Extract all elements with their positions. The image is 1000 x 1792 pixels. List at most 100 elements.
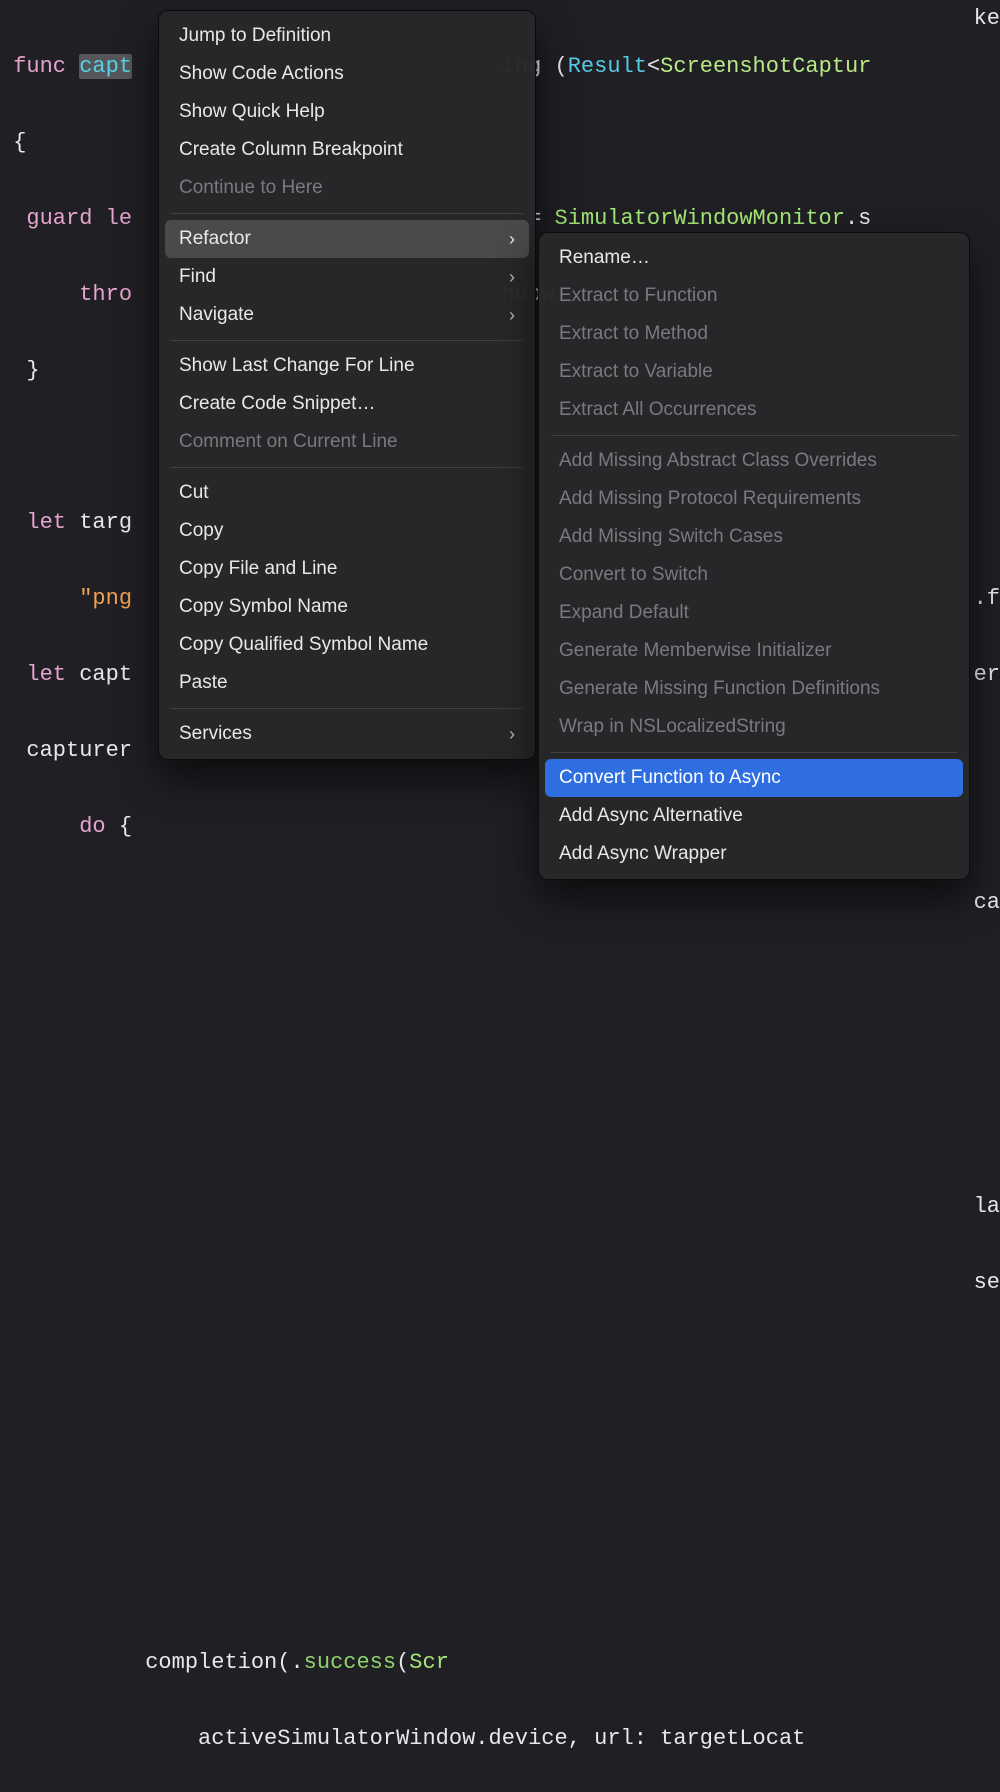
menu-label: Add Missing Protocol Requirements	[559, 485, 861, 513]
menu-item-find[interactable]: Find›	[159, 258, 535, 296]
prop-device: device	[489, 1726, 568, 1751]
menu-label: Generate Memberwise Initializer	[559, 637, 831, 665]
menu-label: Comment on Current Line	[179, 428, 398, 456]
menu-item-copy-qualified-symbol-name[interactable]: Copy Qualified Symbol Name	[159, 626, 535, 664]
code-line: la	[0, 1188, 1000, 1226]
func-completion: completion	[145, 1650, 277, 1675]
menu-label: Convert Function to Async	[559, 764, 781, 792]
keyword-guard: guard	[26, 206, 92, 231]
code-text: .f	[974, 586, 1000, 611]
menu-item-generate-missing-func: Generate Missing Function Definitions	[539, 670, 969, 708]
menu-item-add-async-wrapper[interactable]: Add Async Wrapper	[539, 835, 969, 873]
menu-label: Add Missing Abstract Class Overrides	[559, 447, 877, 475]
brace-close: }	[26, 358, 39, 383]
menu-label: Convert to Switch	[559, 561, 708, 589]
case-success: success	[304, 1650, 396, 1675]
menu-item-copy-symbol-name[interactable]: Copy Symbol Name	[159, 588, 535, 626]
chevron-right-icon: ›	[509, 263, 515, 291]
keyword-let: let	[26, 662, 66, 687]
menu-label: Jump to Definition	[179, 22, 331, 50]
chevron-right-icon: ›	[509, 301, 515, 329]
menu-label: Extract to Method	[559, 320, 708, 348]
menu-label: Extract to Function	[559, 282, 717, 310]
code-text: se	[974, 1270, 1000, 1295]
menu-label: Copy Qualified Symbol Name	[179, 631, 428, 659]
menu-item-create-column-breakpoint[interactable]: Create Column Breakpoint	[159, 131, 535, 169]
menu-item-jump-to-definition[interactable]: Jump to Definition	[159, 17, 535, 55]
code-line	[0, 1340, 1000, 1378]
menu-label: Add Async Alternative	[559, 802, 743, 830]
menu-label: Copy	[179, 517, 223, 545]
menu-item-extract-all-occurrences: Extract All Occurrences	[539, 391, 969, 429]
menu-label: Rename…	[559, 244, 650, 272]
menu-label: Navigate	[179, 301, 254, 329]
menu-item-copy-file-and-line[interactable]: Copy File and Line	[159, 550, 535, 588]
menu-item-add-async-alternative[interactable]: Add Async Alternative	[539, 797, 969, 835]
menu-label: Refactor	[179, 225, 251, 253]
menu-item-convert-to-switch: Convert to Switch	[539, 556, 969, 594]
code-line: completion(.success(Scr	[0, 1644, 1000, 1682]
menu-item-rename[interactable]: Rename…	[539, 239, 969, 277]
menu-separator	[171, 467, 523, 468]
prop-url: url	[594, 1726, 634, 1751]
menu-item-comment-on-current-line: Comment on Current Line	[159, 423, 535, 461]
keyword-throw: thro	[79, 282, 132, 307]
menu-separator	[551, 752, 957, 753]
menu-item-continue-to-here: Continue to Here	[159, 169, 535, 207]
menu-item-show-last-change[interactable]: Show Last Change For Line	[159, 347, 535, 385]
menu-item-wrap-nslocalized: Wrap in NSLocalizedString	[539, 708, 969, 746]
menu-item-refactor[interactable]: Refactor ›	[165, 220, 529, 258]
code-line: se	[0, 1264, 1000, 1302]
menu-separator	[171, 213, 523, 214]
code-text: targ	[66, 510, 132, 535]
menu-item-extract-to-method: Extract to Method	[539, 315, 969, 353]
menu-label: Generate Missing Function Definitions	[559, 675, 880, 703]
menu-separator	[171, 340, 523, 341]
code-text: .s	[845, 206, 871, 231]
menu-item-show-quick-help[interactable]: Show Quick Help	[159, 93, 535, 131]
keyword-let: le	[106, 206, 132, 231]
menu-label: Show Code Actions	[179, 60, 344, 88]
menu-label: Cut	[179, 479, 209, 507]
menu-label: Create Column Breakpoint	[179, 136, 403, 164]
menu-label: Services	[179, 720, 252, 748]
code-text: er	[974, 662, 1000, 687]
menu-item-paste[interactable]: Paste	[159, 664, 535, 702]
brace-open: {	[13, 130, 26, 155]
menu-item-copy[interactable]: Copy	[159, 512, 535, 550]
menu-label: Continue to Here	[179, 174, 323, 202]
menu-label: Create Code Snippet…	[179, 390, 375, 418]
menu-item-extract-to-variable: Extract to Variable	[539, 353, 969, 391]
menu-item-cut[interactable]: Cut	[159, 474, 535, 512]
code-text: capt	[66, 662, 132, 687]
chevron-right-icon: ›	[509, 225, 515, 253]
code-line: ca	[0, 884, 1000, 922]
code-text: ca	[974, 890, 1000, 915]
keyword-let: let	[26, 510, 66, 535]
menu-item-expand-default: Expand Default	[539, 594, 969, 632]
menu-label: Show Last Change For Line	[179, 352, 415, 380]
menu-item-services[interactable]: Services ›	[159, 715, 535, 753]
menu-label: Wrap in NSLocalizedString	[559, 713, 786, 741]
menu-item-create-code-snippet[interactable]: Create Code Snippet…	[159, 385, 535, 423]
menu-item-show-code-actions[interactable]: Show Code Actions	[159, 55, 535, 93]
code-line	[0, 1036, 1000, 1074]
string-png: "png	[79, 586, 132, 611]
menu-item-navigate[interactable]: Navigate ›	[159, 296, 535, 334]
func-name-selected: capt	[79, 54, 132, 79]
menu-label: Extract All Occurrences	[559, 396, 756, 424]
context-menu: Jump to Definition Show Code Actions Sho…	[158, 10, 536, 760]
menu-label: Paste	[179, 669, 228, 697]
menu-item-add-missing-abstract: Add Missing Abstract Class Overrides	[539, 442, 969, 480]
menu-label: Extract to Variable	[559, 358, 713, 386]
code-text: ke	[974, 6, 1000, 31]
menu-item-convert-function-async[interactable]: Convert Function to Async	[545, 759, 963, 797]
menu-item-add-missing-protocol: Add Missing Protocol Requirements	[539, 480, 969, 518]
code-line: activeSimulatorWindow.device, url: targe…	[0, 1720, 1000, 1758]
menu-label: Copy File and Line	[179, 555, 337, 583]
chevron-right-icon: ›	[509, 720, 515, 748]
var-capturer: capturer	[26, 738, 132, 763]
var-window: activeSimulatorWindow	[198, 1726, 475, 1751]
menu-item-generate-memberwise: Generate Memberwise Initializer	[539, 632, 969, 670]
menu-label: Copy Symbol Name	[179, 593, 348, 621]
